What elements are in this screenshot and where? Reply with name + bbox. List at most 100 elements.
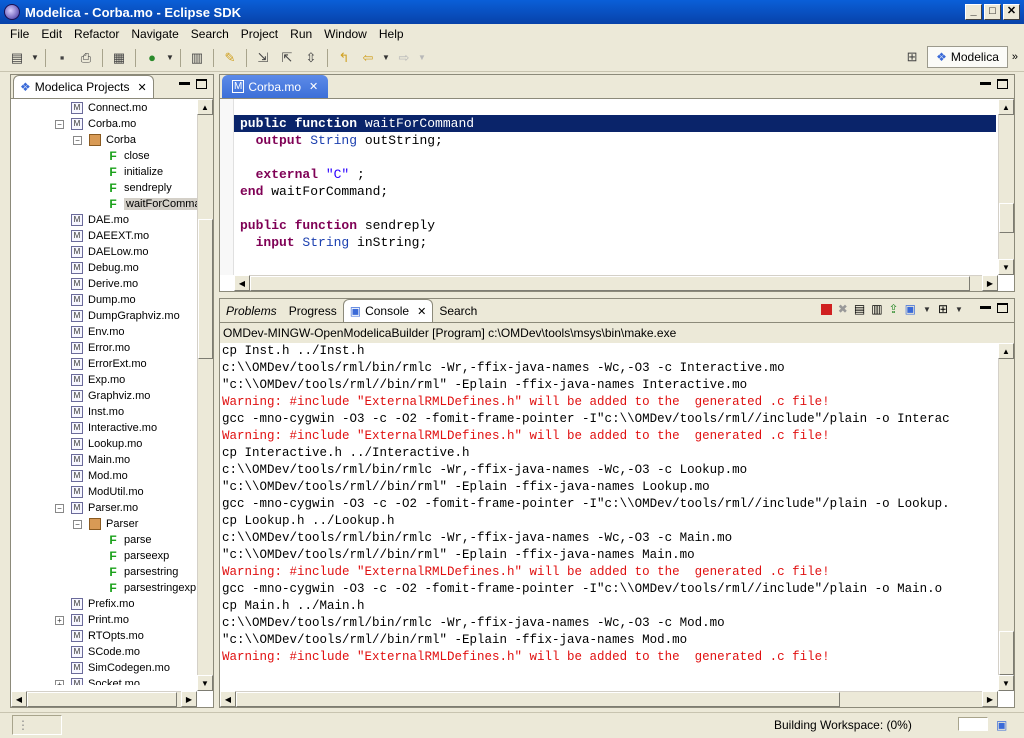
tree-horizontal-scrollbar[interactable]: ◀ ▶: [11, 691, 197, 707]
annotation-prev-icon[interactable]: ⇱: [276, 47, 298, 69]
perspective-modelica[interactable]: ❖ Modelica: [927, 46, 1008, 68]
console-horizontal-scrollbar[interactable]: ◀ ▶: [220, 691, 998, 707]
perspective-chevron-icon[interactable]: »: [1012, 51, 1018, 63]
scroll-up-arrow-icon[interactable]: ▲: [998, 343, 1014, 359]
back-dropdown-icon[interactable]: ▼: [381, 53, 391, 62]
build-icon[interactable]: ▦: [108, 47, 130, 69]
annotation-last-icon[interactable]: ⇳: [300, 47, 322, 69]
maximize-button[interactable]: □: [984, 4, 1001, 20]
tree-item[interactable]: Fparse: [107, 532, 151, 548]
tab-problems[interactable]: Problems: [220, 300, 283, 322]
new-dropdown-icon[interactable]: ▼: [30, 53, 40, 62]
tree-item[interactable]: M SCode.mo: [71, 644, 140, 660]
tree-vertical-scrollbar[interactable]: ▲ ▼: [197, 99, 213, 691]
tree-item[interactable]: M Interactive.mo: [71, 420, 157, 436]
pin-console-icon[interactable]: ⇪: [889, 302, 899, 316]
tree-item[interactable]: M DAELow.mo: [71, 244, 149, 260]
maximize-view-icon[interactable]: [997, 303, 1008, 313]
scroll-right-arrow-icon[interactable]: ▶: [982, 691, 998, 707]
scroll-thumb[interactable]: [999, 631, 1014, 675]
tree-item[interactable]: M Main.mo: [71, 452, 130, 468]
annotation-next-icon[interactable]: ⇲: [252, 47, 274, 69]
menu-edit[interactable]: Edit: [35, 27, 68, 41]
code-editor[interactable]: public function waitForCommand output St…: [234, 99, 996, 249]
tree-item[interactable]: + M Print.mo: [55, 612, 129, 628]
scroll-left-arrow-icon[interactable]: ◀: [234, 275, 250, 291]
menu-window[interactable]: Window: [318, 27, 373, 41]
minimize-view-icon[interactable]: [980, 82, 991, 85]
tree-item[interactable]: M Dump.mo: [71, 292, 136, 308]
tree-item[interactable]: Finitialize: [107, 164, 163, 180]
open-console-dropdown-icon[interactable]: ▼: [954, 305, 964, 314]
tab-progress[interactable]: Progress: [283, 300, 343, 322]
clear-console-icon[interactable]: ▤: [854, 302, 865, 316]
scroll-down-arrow-icon[interactable]: ▼: [998, 259, 1014, 275]
console-vertical-scrollbar[interactable]: ▲ ▼: [998, 343, 1014, 691]
scroll-thumb[interactable]: [250, 276, 970, 291]
scroll-lock-icon[interactable]: ▥: [871, 302, 882, 316]
minimize-button[interactable]: _: [965, 4, 982, 20]
tree-item[interactable]: Fparseexp: [107, 548, 169, 564]
console-output[interactable]: cp Inst.h ../Inst.h c:\\OMDev/tools/rml/b…: [220, 343, 996, 689]
menu-refactor[interactable]: Refactor: [68, 27, 125, 41]
tree-item[interactable]: Fparsestringexp: [107, 580, 196, 596]
tree-item[interactable]: M Graphviz.mo: [71, 388, 150, 404]
scroll-up-arrow-icon[interactable]: ▲: [197, 99, 213, 115]
close-button[interactable]: ✕: [1003, 4, 1020, 20]
tree-item[interactable]: Fsendreply: [107, 180, 171, 196]
scroll-thumb[interactable]: [27, 692, 177, 707]
close-icon[interactable]: ✕: [309, 80, 318, 93]
scroll-left-arrow-icon[interactable]: ◀: [220, 691, 236, 707]
close-icon[interactable]: ✕: [137, 81, 146, 94]
tree-item[interactable]: + M Socket.mo: [55, 676, 140, 685]
new-icon[interactable]: ▤: [6, 47, 28, 69]
menu-file[interactable]: File: [4, 27, 35, 41]
tree-item[interactable]: M Mod.mo: [71, 468, 128, 484]
tree-item[interactable]: − M Corba.mo: [55, 116, 136, 132]
tree-item[interactable]: − M Parser.mo: [55, 500, 138, 516]
collapse-icon[interactable]: −: [73, 135, 82, 145]
tree-item[interactable]: M Prefix.mo: [71, 596, 134, 612]
tree-item[interactable]: M ErrorExt.mo: [71, 356, 147, 372]
progress-view-icon[interactable]: ▣: [996, 718, 1007, 732]
close-icon[interactable]: ✕: [417, 305, 426, 318]
maximize-view-icon[interactable]: [997, 79, 1008, 89]
display-console-icon[interactable]: ▣: [905, 302, 916, 316]
expand-icon[interactable]: +: [55, 679, 64, 685]
save-icon[interactable]: ▪: [51, 47, 73, 69]
menu-navigate[interactable]: Navigate: [125, 27, 184, 41]
open-console-icon[interactable]: ⊞: [938, 302, 948, 316]
tree-item[interactable]: M Env.mo: [71, 324, 124, 340]
progress-bar[interactable]: [958, 717, 988, 731]
tree-item[interactable]: FwaitForCommand: [107, 196, 207, 212]
scroll-right-arrow-icon[interactable]: ▶: [982, 275, 998, 291]
forward-icon[interactable]: ⇨: [393, 47, 415, 69]
menu-help[interactable]: Help: [373, 27, 410, 41]
editor-vertical-scrollbar[interactable]: ▲ ▼: [998, 99, 1014, 275]
forward-dropdown-icon[interactable]: ▼: [417, 53, 427, 62]
tree-item[interactable]: M DumpGraphviz.mo: [71, 308, 180, 324]
tree-item[interactable]: M Inst.mo: [71, 404, 124, 420]
tree-item[interactable]: M Debug.mo: [71, 260, 139, 276]
collapse-icon[interactable]: −: [73, 519, 82, 529]
scroll-thumb[interactable]: [236, 692, 840, 707]
tree-item[interactable]: M Lookup.mo: [71, 436, 142, 452]
scroll-up-arrow-icon[interactable]: ▲: [998, 99, 1014, 115]
tree-item[interactable]: M ModUtil.mo: [71, 484, 144, 500]
tree-item[interactable]: Fparsestring: [107, 564, 178, 580]
tab-modelica-projects[interactable]: ❖ Modelica Projects ✕: [13, 75, 154, 98]
expand-icon[interactable]: +: [55, 615, 64, 625]
scroll-right-arrow-icon[interactable]: ▶: [181, 691, 197, 707]
back-icon[interactable]: ⇦: [357, 47, 379, 69]
tab-console[interactable]: ▣ Console ✕: [342, 299, 434, 322]
scroll-left-arrow-icon[interactable]: ◀: [11, 691, 27, 707]
scroll-down-arrow-icon[interactable]: ▼: [197, 675, 213, 691]
menu-search[interactable]: Search: [185, 27, 235, 41]
tree-item[interactable]: M Exp.mo: [71, 372, 125, 388]
tree-item[interactable]: − Parser: [73, 516, 138, 532]
tree-item[interactable]: M Connect.mo: [71, 100, 147, 116]
editor-horizontal-scrollbar[interactable]: ◀ ▶: [234, 275, 998, 291]
collapse-icon[interactable]: −: [55, 503, 64, 513]
run-dropdown-icon[interactable]: ▼: [165, 53, 175, 62]
menu-project[interactable]: Project: [235, 27, 284, 41]
